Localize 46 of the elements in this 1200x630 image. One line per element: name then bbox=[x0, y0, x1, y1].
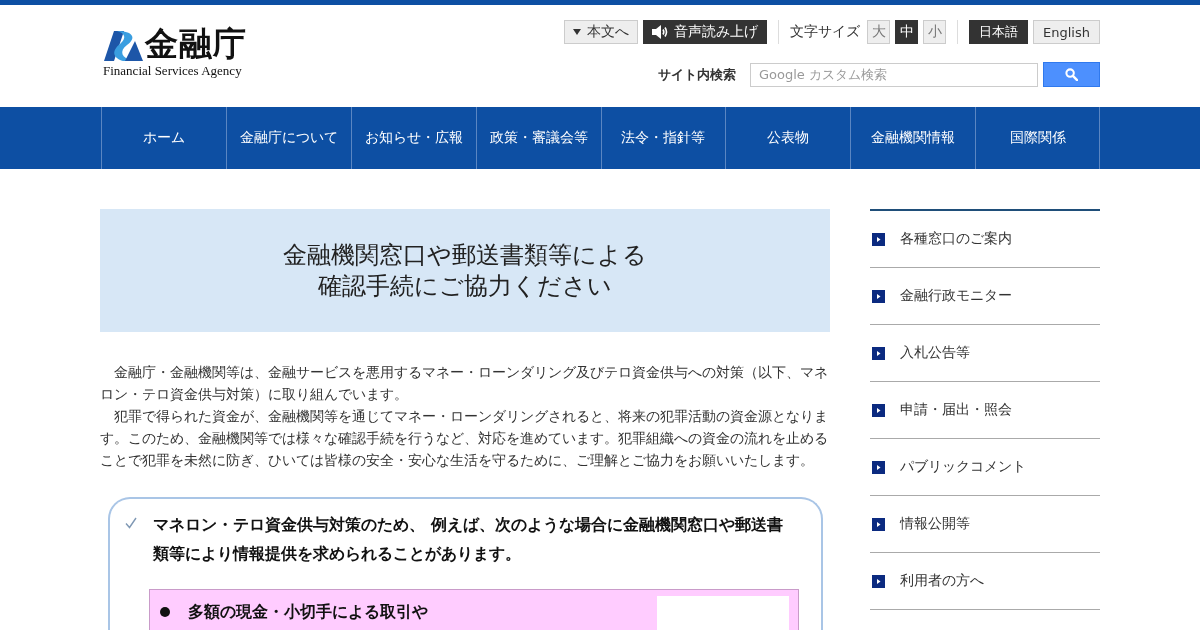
sidebar-link[interactable]: 申請・届出・照会 bbox=[870, 382, 1100, 439]
search-field[interactable]: Google カスタム検索 bbox=[750, 62, 1038, 87]
logo-name: 金融庁 bbox=[145, 26, 247, 62]
arrow-square-icon bbox=[872, 460, 885, 474]
nav-link[interactable]: お知らせ・広報 bbox=[350, 107, 476, 169]
nav-link[interactable]: 公表物 bbox=[725, 107, 851, 169]
nav-link[interactable]: ホーム bbox=[101, 107, 226, 169]
page-title: 金融機関窓口や郵送書類等による 確認手続にご協力ください bbox=[283, 239, 647, 302]
font-size-button[interactable]: 小 bbox=[923, 20, 947, 44]
intro-paragraph: 犯罪で得られた資金が、金融機関等を通じてマネー・ローンダリングされると、将来の犯罪活動の資金源となります。このため、金融機関等では様々な確認手続を行うなど、対応を進めています。犯罪組織への資金の流れを止めることで犯罪を未然に防ぎ、ひいては皆様の安全・安心な生活を守るために、ご理解とご協力をお願いいたします。 bbox=[100, 407, 829, 470]
site-search-label: サイト内検索 bbox=[658, 65, 736, 84]
nav-link[interactable]: 金融機関情報 bbox=[850, 107, 976, 169]
nav-link[interactable]: 金融庁について bbox=[225, 107, 351, 169]
arrow-square-icon bbox=[872, 517, 885, 531]
language-button[interactable]: English bbox=[1033, 20, 1100, 44]
logo-icon bbox=[103, 28, 143, 62]
sidebar-link[interactable]: パブリックコメント bbox=[870, 439, 1100, 496]
notice-lead-text: マネロン・テロ資金供与対策のため、 例えば、次のような場合に金融機関窓口や郵送書類等により情報提供を求められることがあります。 bbox=[153, 514, 784, 565]
example-text: 多額の現金・小切手による取引や bbox=[188, 601, 428, 623]
search-button[interactable] bbox=[1043, 62, 1100, 87]
arrow-square-icon bbox=[872, 346, 885, 360]
font-size-button[interactable]: 中 bbox=[895, 20, 919, 44]
arrow-square-icon bbox=[872, 403, 885, 417]
intro-paragraph: 金融庁・金融機関等は、金融サービスを悪用するマネー・ローンダリング及びテロ資金供与への対策（以下、マネロン・テロ資金供与対策）に取り組んでいます。 bbox=[100, 363, 829, 404]
sidebar-link[interactable]: 利用者の方へ bbox=[870, 553, 1100, 610]
nav-link[interactable]: 国際関係 bbox=[975, 107, 1100, 169]
sidebar-link[interactable]: 各種窓口のご案内 bbox=[870, 211, 1100, 268]
sidebar-link[interactable]: 情報公開等 bbox=[870, 496, 1100, 553]
search-icon bbox=[1065, 68, 1078, 81]
read-aloud-button[interactable]: 音声読み上げ bbox=[643, 20, 768, 44]
nav-link[interactable]: 政策・審議会等 bbox=[475, 107, 601, 169]
bullet-icon bbox=[160, 607, 170, 617]
font-size-label: 文字サイズ bbox=[790, 23, 861, 41]
caret-icon bbox=[573, 29, 582, 35]
arrow-square-icon bbox=[872, 232, 885, 246]
sidebar-link[interactable]: 入札公告等 bbox=[870, 325, 1100, 382]
sidebar-link[interactable]: 金融行政モニター bbox=[870, 268, 1100, 325]
skip-to-content-button[interactable]: 本文へ bbox=[564, 20, 639, 44]
nav-link[interactable]: 法令・指針等 bbox=[600, 107, 726, 169]
speaker-icon bbox=[652, 25, 669, 39]
font-size-button[interactable]: 大 bbox=[867, 20, 891, 44]
arrow-square-icon bbox=[872, 574, 885, 588]
check-icon bbox=[125, 517, 137, 529]
logo-subtitle: Financial Services Agency bbox=[103, 63, 243, 78]
arrow-square-icon bbox=[872, 289, 885, 303]
language-button[interactable]: 日本語 bbox=[969, 20, 1029, 44]
